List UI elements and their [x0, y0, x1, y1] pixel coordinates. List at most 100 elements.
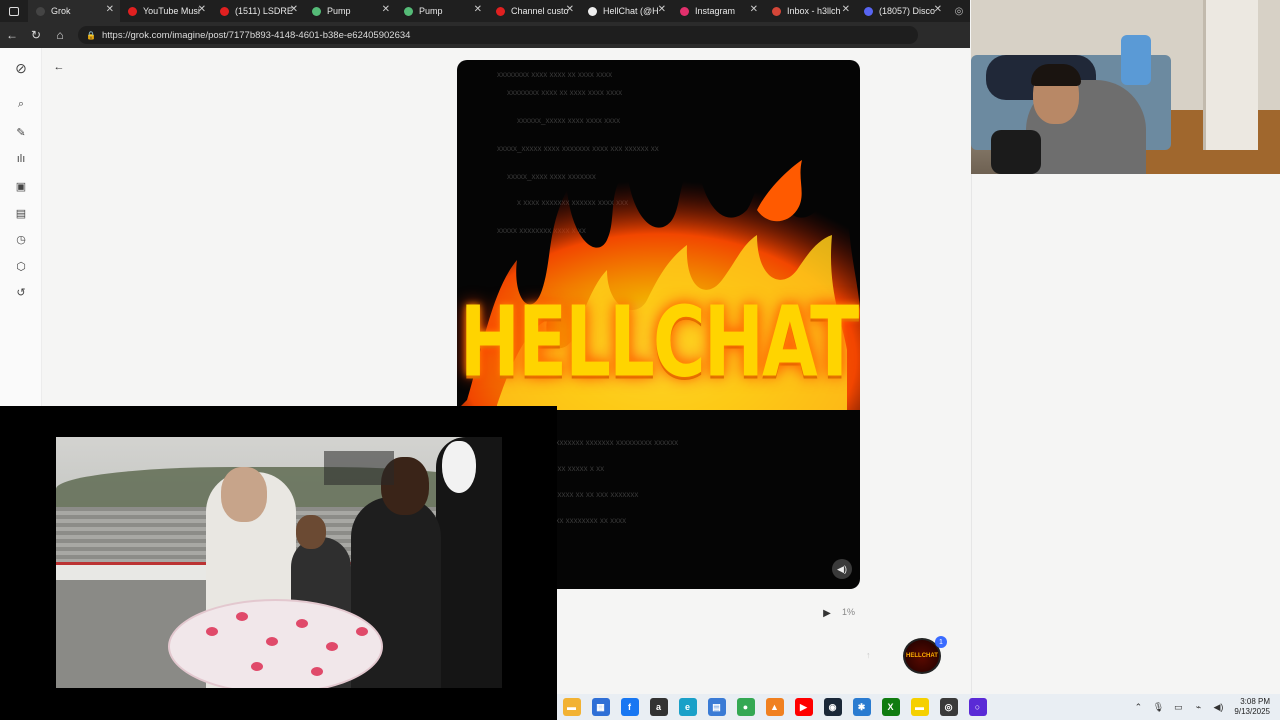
- image-icon[interactable]: ▣: [13, 178, 29, 194]
- more-tabs-icon[interactable]: ◎: [948, 0, 970, 22]
- notification-badge: 1: [935, 636, 947, 648]
- edge-icon[interactable]: e: [678, 698, 697, 716]
- tab-close-icon[interactable]: ✕: [566, 4, 574, 15]
- mute-icon[interactable]: ◀): [832, 559, 852, 579]
- tab-label: (1511) LSDREA: [235, 6, 293, 16]
- tab-label: Instagram: [695, 6, 736, 16]
- embedded-video-overlay: [0, 406, 557, 720]
- embedded-video-frame[interactable]: [56, 437, 502, 688]
- home-icon[interactable]: ⌂: [48, 22, 72, 48]
- browser-tab[interactable]: Grok ✕: [28, 0, 120, 22]
- progress-label: 1%: [842, 607, 856, 617]
- settings-icon[interactable]: ✱: [852, 698, 871, 716]
- tab-favicon-icon: [220, 6, 229, 16]
- tab-favicon-icon: [312, 6, 321, 16]
- facebook-icon[interactable]: f: [620, 698, 639, 716]
- back-arrow-icon[interactable]: ←: [52, 60, 66, 74]
- tab-label: Inbox - h3llch: [787, 6, 841, 16]
- edit-icon[interactable]: ✎: [13, 124, 29, 140]
- browser-tab[interactable]: YouTube Musi ✕: [120, 0, 212, 22]
- browser-toolbar: ← ↻ ⌂ 🔒 https://grok.com/imagine/post/71…: [0, 22, 970, 48]
- tab-close-icon[interactable]: ✕: [842, 4, 850, 15]
- book-icon[interactable]: ▤: [13, 205, 29, 221]
- clock-icon[interactable]: ◷: [13, 231, 29, 247]
- chat-line: xxxxxxxx xxxx xx xxxx xxxx xxxx: [507, 88, 623, 97]
- tab-favicon-icon: [772, 6, 781, 16]
- browser-tab[interactable]: Inbox - h3llch ✕: [764, 0, 856, 22]
- volume-icon[interactable]: ◀): [1211, 702, 1225, 713]
- tab-close-icon[interactable]: ✕: [290, 4, 298, 15]
- tab-label: (18057) Disco: [879, 6, 936, 16]
- hellchat-title: HELLCHAT: [459, 285, 860, 399]
- tab-favicon-icon: [864, 6, 873, 16]
- tab-close-icon[interactable]: ✕: [106, 4, 114, 15]
- scroll-up-icon[interactable]: ↑: [866, 650, 871, 660]
- browser-tab-strip: Grok ✕ YouTube Musi ✕ (1511) LSDREA ✕ Pump ✕ Pum…: [0, 0, 970, 22]
- chrome-icon[interactable]: ●: [736, 698, 755, 716]
- browser-tab[interactable]: Pump ✕: [396, 0, 488, 22]
- tab-close-icon[interactable]: ✕: [934, 4, 942, 15]
- tab-favicon-icon: [36, 6, 45, 16]
- tab-label: HellChat (@H: [603, 6, 659, 16]
- tab-label: Pump: [327, 6, 351, 16]
- tab-label: Channel custo: [511, 6, 569, 16]
- tab-favicon-icon: [588, 6, 597, 16]
- system-tray: ⌃ 🎙 ▭ ⌁ ◀) 3:08 PM 9/13/2025: [1128, 694, 1280, 720]
- xbox-icon[interactable]: X: [881, 698, 900, 716]
- cube-icon[interactable]: ⬡: [13, 258, 29, 274]
- browser-tab[interactable]: (1511) LSDREA ✕: [212, 0, 304, 22]
- tab-favicon-icon: [128, 6, 137, 16]
- address-bar[interactable]: 🔒 https://grok.com/imagine/post/7177b893…: [78, 26, 918, 44]
- tab-close-icon[interactable]: ✕: [658, 4, 666, 15]
- grok-logo-icon[interactable]: ⊘: [13, 60, 29, 76]
- sidebar: ⊘ ⌕ ✎ ılı ▣ ▤ ◷ ⬡ ↺: [0, 48, 42, 408]
- calculator-icon[interactable]: ▤: [707, 698, 726, 716]
- tab-label: YouTube Musi: [143, 6, 200, 16]
- display-icon[interactable]: ▭: [1171, 702, 1185, 713]
- floating-widget-label: HELLCHAT: [906, 653, 938, 659]
- voice-icon[interactable]: ılı: [13, 151, 29, 167]
- taskbar: ▬ ▦ f a e ▤ ● ▲ ▶ ◉ ✱ X ▬ ◎ ○ ⌃ 🎙 ▭ ⌁ ◀) 3:08 PM 9/13/…: [557, 694, 1280, 720]
- reload-icon[interactable]: ↻: [24, 22, 48, 48]
- taskbar-apps: ▬ ▦ f a e ▤ ● ▲ ▶ ◉ ✱ X ▬ ◎ ○: [557, 698, 992, 716]
- store-icon[interactable]: ▦: [591, 698, 610, 716]
- address-url: https://grok.com/imagine/post/7177b893-4…: [101, 29, 411, 41]
- webcam-feed: [971, 0, 1280, 174]
- tab-close-icon[interactable]: ✕: [198, 4, 206, 15]
- vlc-icon[interactable]: ▲: [765, 698, 784, 716]
- browser-tab[interactable]: Channel custo ✕: [488, 0, 580, 22]
- file-explorer-icon[interactable]: ▬: [562, 698, 581, 716]
- browser-tab[interactable]: Instagram ✕: [672, 0, 764, 22]
- youtube-icon[interactable]: ▶: [794, 698, 813, 716]
- tab-close-icon[interactable]: ✕: [474, 4, 482, 15]
- sticky-notes-icon[interactable]: ▬: [910, 698, 929, 716]
- screen: Grok ✕ YouTube Musi ✕ (1511) LSDREA ✕ Pump ✕ Pum…: [0, 0, 1280, 720]
- microphone-icon[interactable]: 🎙: [1151, 702, 1165, 713]
- browser-tab[interactable]: (18057) Disco ✕: [856, 0, 948, 22]
- cortana-icon[interactable]: ○: [968, 698, 987, 716]
- tab-label: Pump: [419, 6, 443, 16]
- window-menu-icon[interactable]: [0, 0, 28, 22]
- history-icon[interactable]: ↺: [13, 284, 29, 300]
- steam-icon[interactable]: ◉: [823, 698, 842, 716]
- tab-list: Grok ✕ YouTube Musi ✕ (1511) LSDREA ✕ Pump ✕ Pum…: [28, 0, 948, 22]
- search-icon[interactable]: ⌕: [13, 96, 29, 112]
- network-icon[interactable]: ⌁: [1191, 702, 1205, 713]
- page-background-right: [971, 174, 1280, 694]
- amazon-icon[interactable]: a: [649, 698, 668, 716]
- browser-tab[interactable]: HellChat (@H ✕: [580, 0, 672, 22]
- chat-line: xxxxxxxx xxxx xxxx xx xxxx xxxx: [497, 70, 613, 79]
- tab-close-icon[interactable]: ✕: [750, 4, 758, 15]
- chevron-up-icon[interactable]: ⌃: [1131, 702, 1145, 713]
- clock-date: 9/13/2025: [1234, 707, 1270, 716]
- clock[interactable]: 3:08 PM 9/13/2025: [1228, 697, 1280, 717]
- tab-favicon-icon: [680, 6, 689, 16]
- browser-tab[interactable]: Pump ✕: [304, 0, 396, 22]
- chat-line: xxxxxx_xxxxx xxxx xxxx xxxx: [517, 116, 621, 125]
- obs-icon[interactable]: ◎: [939, 698, 958, 716]
- back-icon[interactable]: ←: [0, 22, 24, 48]
- tab-close-icon[interactable]: ✕: [382, 4, 390, 15]
- play-icon[interactable]: ▶: [820, 606, 834, 620]
- lock-icon: 🔒: [86, 30, 96, 40]
- tab-favicon-icon: [404, 6, 413, 16]
